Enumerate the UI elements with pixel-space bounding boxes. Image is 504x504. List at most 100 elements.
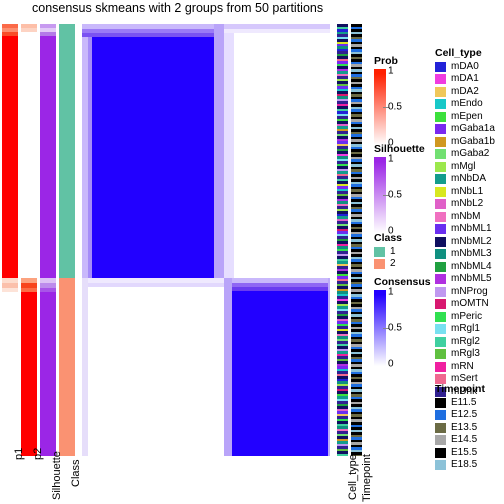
cell-type-legend-item: mRgl2 <box>435 336 495 347</box>
cell-type-legend-swatch <box>435 99 446 109</box>
timepoint-legend-label: E15.5 <box>451 446 478 458</box>
cell-type-legend-item: mGaba1a <box>435 124 495 135</box>
annotation-strip-cell-type <box>337 24 348 456</box>
axis-label-silhouette: Silhouette <box>51 451 63 500</box>
legend-cell-type: Cell_type mDA0 mDA1 mDA2 mEndo mEpen mGaba1a m… <box>435 47 495 399</box>
legend-consensus-tick-mid: 0.5 <box>388 322 402 334</box>
p2-segment <box>21 292 37 456</box>
cell-type-legend-item: mNbML5 <box>435 274 495 285</box>
legend-silhouette: Silhouette 1 0.5 0 <box>374 143 432 237</box>
p1-segment <box>2 292 18 456</box>
legend-silhouette-tick-mid: 0.5 <box>388 189 402 201</box>
cell-type-legend-swatch <box>435 86 446 97</box>
legend-silhouette-title: Silhouette <box>374 143 425 155</box>
timepoint-legend-label: E11.5 <box>451 396 477 408</box>
cell-type-legend-label: mNbM <box>451 210 481 222</box>
cell-type-legend-swatch <box>435 224 446 234</box>
cell-type-legend-swatch <box>435 274 446 284</box>
cell-type-legend-item: mPeric <box>435 311 495 322</box>
cell-type-legend-label: mNbML5 <box>451 273 492 284</box>
axis-label-class: Class <box>70 459 82 487</box>
matrix-block <box>88 287 224 456</box>
cell-type-legend-swatch <box>435 199 446 209</box>
cell-type-legend-label: mDA2 <box>451 85 479 97</box>
cell-type-legend-item: mNbML3 <box>435 249 495 260</box>
annotation-column-p1 <box>2 24 18 456</box>
legend-timepoint-items: E11.5 E12.5 E13.5 E14.5 E15.5 E18.5 <box>435 397 485 471</box>
annotation-column-class <box>59 24 75 456</box>
timepoint-legend-label: E14.5 <box>451 434 478 445</box>
cell-type-legend-label: mEpen <box>451 110 483 122</box>
cell-type-legend-swatch <box>435 136 446 147</box>
cell-type-legend-swatch <box>435 149 446 159</box>
matrix-block <box>328 278 330 456</box>
cell-type-legend-item: mRN <box>435 361 495 372</box>
cell-type-legend-item: mNProg <box>435 286 495 297</box>
class-segment <box>59 24 75 278</box>
cell-type-legend-label: mRgl2 <box>451 335 480 347</box>
timepoint-legend-swatch <box>435 460 446 470</box>
class-legend-swatch <box>374 246 385 257</box>
cell-type-legend-label: mOMTN <box>451 298 489 309</box>
silhouette-segment <box>40 292 56 456</box>
matrix-block <box>234 33 330 278</box>
annotation-column-silhouette <box>40 24 56 456</box>
cell-type-legend-item: mDA2 <box>435 86 495 97</box>
cell-type-legend-label: mRgl3 <box>451 348 480 359</box>
legend-cell-type-items: mDA0 mDA1 mDA2 mEndo mEpen mGaba1a mGaba1b mGab… <box>435 61 495 397</box>
legend-class-title: Class <box>374 232 403 244</box>
cell-type-legend-swatch <box>435 311 446 322</box>
cell-type-legend-label: mRN <box>451 360 474 372</box>
cell-type-legend-label: mDA0 <box>451 60 479 72</box>
legend-class: Class 12 <box>374 232 402 271</box>
consensus-heatmap-figure: consensus skmeans with 2 groups from 50 … <box>0 0 504 504</box>
class-legend-item: 2 <box>374 259 402 270</box>
cell-type-legend-item: mNbML4 <box>435 261 495 272</box>
legend-timepoint: Timepoint E11.5 E12.5 E13.5 E14.5 E15.5 E18.5 <box>435 383 485 472</box>
legend-silhouette-tick-1: 1 <box>388 153 394 165</box>
cell-type-legend-item: mDA0 <box>435 61 495 72</box>
axis-label-timepoint: Timepoint <box>361 454 373 502</box>
cell-type-legend-item: mGaba1b <box>435 136 495 147</box>
cell-type-legend-item: mGaba2 <box>435 149 495 160</box>
cell-type-legend-item: mNbL1 <box>435 186 495 197</box>
cell-type-legend-swatch <box>435 324 446 334</box>
cell-type-legend-label: mPeric <box>451 310 483 322</box>
axis-label-p1: p1 <box>13 447 25 460</box>
cell-type-legend-swatch <box>435 124 446 134</box>
cell-type-legend-swatch <box>435 211 446 222</box>
cell-type-legend-swatch <box>435 111 446 122</box>
legend-cell-type-title: Cell_type <box>435 47 482 59</box>
cell-type-legend-label: mNProg <box>451 285 488 297</box>
cell-type-legend-label: mGaba1a <box>451 123 495 134</box>
matrix-block <box>232 291 328 456</box>
annotation-column-p2 <box>21 24 37 456</box>
class-legend-label: 2 <box>390 258 396 269</box>
cell-type-legend-item: mRgl1 <box>435 324 495 335</box>
cell-type-legend-swatch <box>435 161 446 172</box>
class-segment <box>59 278 75 456</box>
cell-type-legend-swatch <box>435 174 446 184</box>
timepoint-legend-label: E13.5 <box>451 421 478 433</box>
legend-prob: Prob 1 0.5 0 <box>374 55 432 149</box>
page-title: consensus skmeans with 2 groups from 50 … <box>32 1 324 15</box>
cell-type-legend-swatch <box>435 336 446 347</box>
timepoint-legend-label: E18.5 <box>451 459 478 470</box>
timepoint-legend-item: E18.5 <box>435 460 485 471</box>
legend-consensus-tick-0: 0 <box>388 358 394 370</box>
matrix-block <box>214 24 224 278</box>
class-legend-swatch <box>374 259 385 269</box>
cell-type-legend-label: mRgl1 <box>451 323 480 334</box>
cell-type-legend-item: mNbDA <box>435 174 495 185</box>
cell-type-legend-label: mGaba2 <box>451 148 490 159</box>
timepoint-legend-swatch <box>435 397 446 408</box>
cell-type-legend-swatch <box>435 236 446 247</box>
timepoint-legend-swatch <box>435 447 446 458</box>
matrix-block <box>92 37 224 278</box>
cell-type-legend-swatch <box>435 74 446 84</box>
cell-type-legend-label: mDA1 <box>451 73 479 84</box>
cell-type-legend-item: mMgl <box>435 161 495 172</box>
cell-type-legend-swatch <box>435 249 446 259</box>
timepoint-legend-label: E12.5 <box>451 409 478 420</box>
cell-type-legend-swatch <box>435 61 446 72</box>
